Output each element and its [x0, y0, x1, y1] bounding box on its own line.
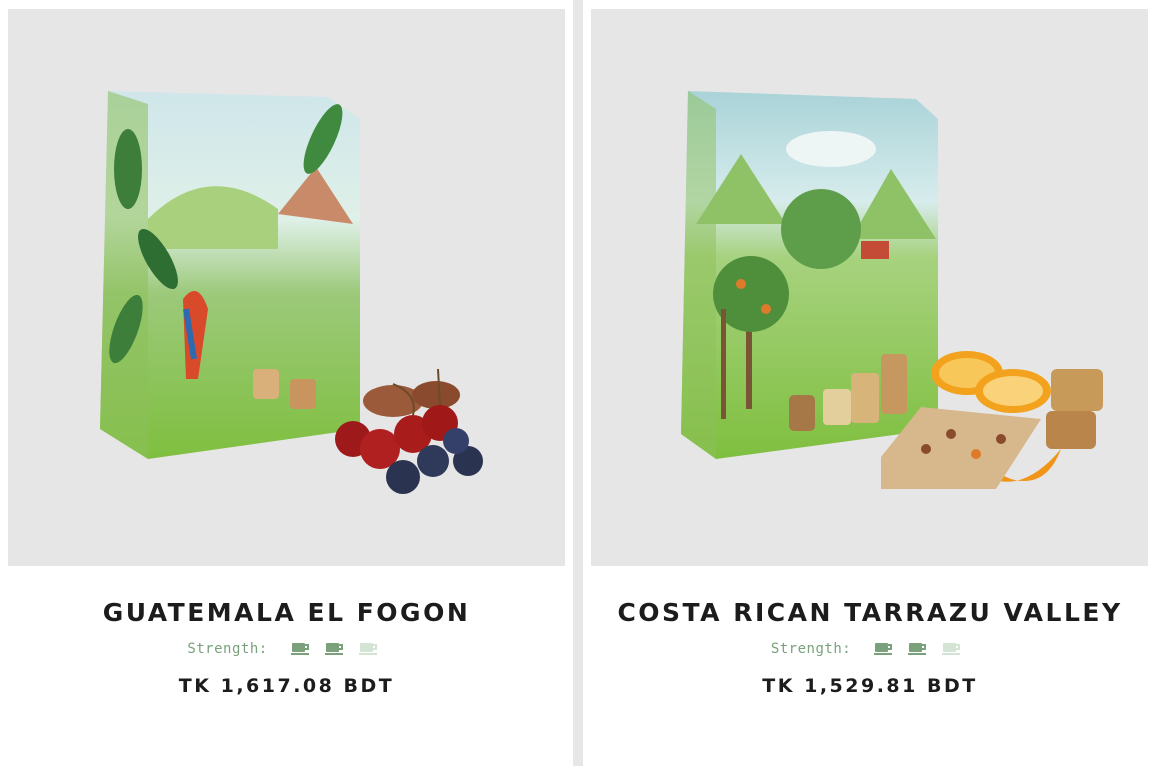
coffee-cup-icon	[358, 642, 379, 656]
product-card[interactable]: COSTA RICAN TARRAZU VALLEY Strength: TK …	[583, 0, 1157, 766]
coffee-cup-icon	[908, 642, 928, 656]
product-price: TK 1,617.08 BDT	[178, 675, 395, 697]
product-card[interactable]: GUATEMALA EL FOGON Strength: TK 1,617.08…	[0, 0, 573, 766]
coffee-bag-illustration	[681, 91, 1103, 489]
product-image[interactable]	[8, 9, 565, 566]
coffee-cup-icon	[942, 642, 962, 656]
product-image[interactable]	[591, 9, 1148, 566]
product-price: TK 1,529.81 BDT	[762, 675, 978, 697]
product-title[interactable]: COSTA RICAN TARRAZU VALLEY	[583, 598, 1157, 627]
coffee-cup-icon	[874, 642, 894, 656]
strength-label: Strength:	[187, 641, 268, 657]
strength-rating: Strength:	[0, 641, 573, 657]
coffee-bag-illustration	[100, 91, 483, 494]
strength-label: Strength:	[770, 641, 852, 657]
coffee-cup-icon	[324, 642, 345, 656]
coffee-cup-icon	[290, 642, 311, 656]
strength-rating: Strength:	[583, 641, 1157, 657]
product-title[interactable]: GUATEMALA EL FOGON	[0, 598, 573, 627]
